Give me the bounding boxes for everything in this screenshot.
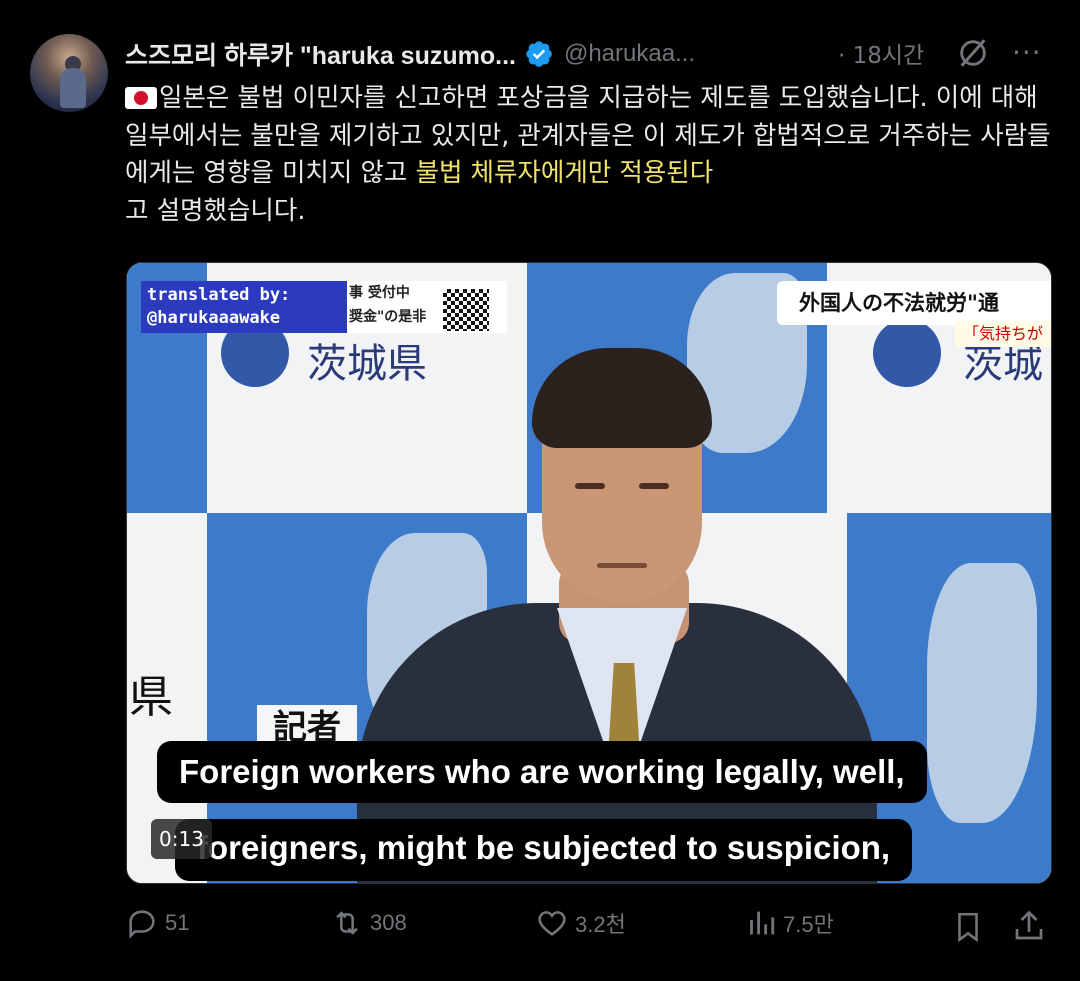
like-count: 3.2천: [575, 912, 626, 937]
views-chart-icon: [750, 911, 775, 935]
reply-button[interactable]: 51: [125, 906, 189, 940]
repost-button[interactable]: 308: [330, 906, 407, 940]
post-time[interactable]: · 18시간: [838, 36, 924, 70]
views-button[interactable]: 7.5만: [743, 906, 834, 940]
repost-icon: [336, 911, 358, 935]
qr-code-icon: [443, 289, 489, 331]
like-button[interactable]: 3.2천: [535, 906, 626, 940]
avatar-figure: [60, 68, 86, 108]
video-timestamp: 0:13: [151, 819, 212, 859]
heart-icon: [538, 911, 566, 936]
tweet-text-end: 고 설명했습니다.: [125, 195, 306, 226]
more-options-icon[interactable]: ···: [1012, 36, 1042, 69]
translated-by-label: translated by:: [147, 285, 291, 305]
map-shape: [927, 563, 1037, 823]
prefecture-logo: [873, 319, 941, 387]
tweet-actions: 51 308 3.2천 7.5만: [125, 906, 1055, 950]
reply-icon: [129, 910, 155, 939]
share-icon[interactable]: [1011, 908, 1047, 944]
verified-badge-icon: [526, 41, 552, 67]
author-handle[interactable]: @harukaa...: [564, 40, 695, 68]
avatar[interactable]: [30, 34, 108, 112]
grok-icon[interactable]: [956, 36, 990, 70]
backdrop-kanji-left: 茨城県: [307, 341, 427, 387]
tweet-text-highlight: 불법 체류자에게만 적용된다: [415, 158, 714, 188]
person-mouth: [597, 563, 647, 568]
subtitle-line-1: Foreign workers who are working legally,…: [157, 741, 927, 803]
translated-by-watermark: translated by: @harukaaawake: [141, 281, 347, 333]
video-player[interactable]: 茨城県 茨城 県 事 受付中 奨金"の是非 translated by: @ha…: [126, 262, 1052, 884]
bookmark-icon[interactable]: [951, 910, 985, 944]
news-banner-right: 外国人の不法就労"通: [777, 281, 1051, 325]
backdrop-kanji-ken: 県: [129, 672, 173, 723]
author-display-name[interactable]: 스즈모리 하루카 "haruka suzumo...: [125, 36, 516, 72]
views-count: 7.5만: [783, 912, 834, 937]
subtitle-line-2: foreigners, might be subjected to suspic…: [175, 819, 913, 881]
tweet-text: 일본은 불법 이민자를 신고하면 포상금을 지급하는 제도를 도입했습니다. 이…: [125, 80, 1060, 230]
news-banner-right-sub: 「気持ちが: [955, 321, 1051, 347]
person-eye: [639, 483, 669, 489]
reply-count: 51: [165, 910, 190, 935]
repost-count: 308: [370, 910, 407, 935]
japan-flag-icon: [125, 87, 157, 109]
person-eye: [575, 483, 605, 489]
translator-handle: @harukaaawake: [147, 308, 281, 328]
